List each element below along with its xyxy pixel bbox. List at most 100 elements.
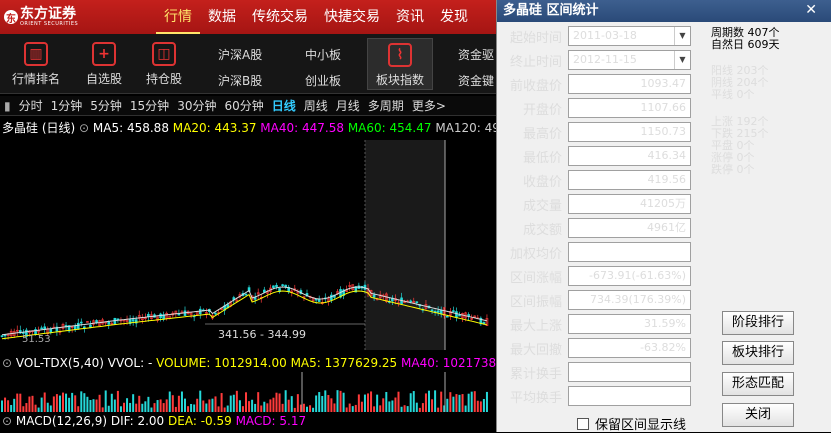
- volume-bar: [363, 394, 366, 412]
- link-gem-board[interactable]: 创业板: [305, 72, 341, 89]
- kline-chart[interactable]: 341.56 - 344.99 51.53: [0, 136, 496, 354]
- end-time-select[interactable]: 2012-11-15 ▼: [568, 50, 691, 70]
- volume-bar: [327, 395, 330, 412]
- stage-ranking-button[interactable]: 阶段排行: [722, 311, 794, 335]
- volume-bar: [400, 406, 403, 412]
- candle-body: [40, 327, 43, 330]
- ranking-button[interactable]: ▥ 行情排名: [4, 38, 68, 90]
- candle-body: [372, 294, 376, 298]
- period-weekly[interactable]: 周线: [304, 97, 328, 114]
- sector-index-label: 板块指数: [375, 73, 424, 87]
- chevron-down-icon[interactable]: ▼: [674, 51, 690, 69]
- ma20-value: MA20: 443.37: [172, 121, 257, 135]
- link-sh-sz-b[interactable]: 沪深B股: [218, 72, 262, 89]
- chevron-down-icon[interactable]: ▼: [674, 27, 690, 45]
- candle-body: [314, 298, 318, 301]
- volume-bar: [1, 400, 3, 412]
- start-time-select[interactable]: 2011-03-18 ▼: [568, 26, 691, 46]
- watchlist-button[interactable]: + 自选股: [72, 38, 136, 90]
- volume-bar: [180, 391, 183, 412]
- stat-value: 0个: [736, 163, 755, 176]
- period-monthly[interactable]: 月线: [336, 97, 360, 114]
- link-fund-1[interactable]: 资金驱: [458, 46, 494, 63]
- field-value: 734.39(176.39%): [568, 290, 691, 310]
- field-value: 4961亿: [568, 218, 691, 238]
- volume-bar: [424, 393, 427, 412]
- brand-logo[interactable]: 东 东方证券 ORIENT SECURITIES: [4, 5, 78, 29]
- link-sme-board[interactable]: 中小板: [305, 46, 341, 63]
- field-row: 收盘价 419.56: [496, 169, 691, 191]
- volume-bar: [257, 392, 260, 412]
- candle-body: [272, 285, 275, 288]
- sector-ranking-button[interactable]: 板块排行: [722, 341, 794, 365]
- volume-bar: [34, 404, 37, 412]
- volume-bar: [373, 406, 376, 412]
- volume-bar: [336, 390, 339, 412]
- holdings-icon: ◫: [152, 42, 176, 66]
- volume-bar: [360, 401, 363, 412]
- field-label: 加权均价: [509, 246, 562, 262]
- volume-bar: [119, 406, 122, 412]
- volume-bar: [58, 395, 61, 412]
- link-fund-2[interactable]: 资金键: [458, 72, 494, 89]
- period-15min[interactable]: 15分钟: [130, 97, 169, 114]
- volume-bar: [55, 394, 58, 412]
- period-more[interactable]: 更多>: [412, 97, 446, 114]
- candle-body: [436, 310, 440, 313]
- field-value: -673.91(-61.63%): [568, 266, 691, 286]
- volume-bar: [16, 393, 19, 412]
- chart-settings-icon[interactable]: ⊙: [79, 121, 89, 135]
- field-label: 区间涨幅: [509, 270, 562, 286]
- close-button[interactable]: 关闭: [722, 403, 794, 427]
- nav-discover[interactable]: 发现: [432, 0, 476, 34]
- volume-bar: [412, 391, 415, 412]
- macd-settings-icon[interactable]: ⊙: [2, 414, 12, 428]
- field-row: 最高价 1150.73: [496, 121, 691, 143]
- sector-index-button[interactable]: ⌇ 板块指数: [367, 38, 433, 90]
- nav-quick-trade[interactable]: 快捷交易: [316, 0, 388, 34]
- nav-traditional-trade[interactable]: 传统交易: [244, 0, 316, 34]
- volume-bar: [318, 392, 321, 412]
- field-label: 最低价: [522, 150, 562, 166]
- period-60min[interactable]: 60分钟: [224, 97, 263, 114]
- volume-bar: [418, 407, 421, 412]
- volume-bars-group: [1, 390, 488, 412]
- period-5min[interactable]: 5分钟: [90, 97, 122, 114]
- brand-subname: ORIENT SECURITIES: [20, 20, 79, 27]
- volume-bar: [406, 406, 409, 412]
- period-multi[interactable]: 多周期: [368, 97, 404, 114]
- volume-bar: [202, 400, 205, 412]
- holdings-button[interactable]: ◫ 持仓股: [132, 38, 196, 90]
- volume-bar: [190, 403, 193, 412]
- field-value: 1093.47: [568, 74, 691, 94]
- period-bar: ▮ 分时 1分钟 5分钟 15分钟 30分钟 60分钟 日线 周线 月线 多周期…: [0, 96, 496, 116]
- volume-bar: [25, 403, 28, 412]
- volume-bar: [177, 395, 180, 412]
- volume-bar: [196, 398, 199, 412]
- volume-bar: [370, 391, 373, 412]
- volume-bar: [77, 406, 80, 412]
- period-daily[interactable]: 日线: [272, 97, 296, 114]
- volume-bar: [10, 404, 13, 412]
- candle-body: [415, 301, 419, 304]
- volume-bar: [123, 402, 125, 412]
- nav-quotes[interactable]: 行情: [156, 0, 200, 34]
- nav-news[interactable]: 资讯: [388, 0, 432, 34]
- period-menu-icon[interactable]: ▮: [4, 99, 11, 113]
- pattern-match-button[interactable]: 形态匹配: [722, 372, 794, 396]
- quote-toolbar: ▥ 行情排名 + 自选股 ◫ 持仓股 沪深A股 沪深B股 中小板 创业板 ⌇ 板…: [0, 34, 496, 94]
- checkbox-box[interactable]: [577, 417, 589, 430]
- dea-value: DEA: -0.59: [168, 414, 232, 428]
- period-30min[interactable]: 30分钟: [177, 97, 216, 114]
- volume-bar: [116, 390, 119, 412]
- period-intraday[interactable]: 分时: [19, 97, 43, 114]
- ranking-icon: ▥: [24, 42, 48, 66]
- volume-bar: [95, 399, 98, 412]
- close-icon[interactable]: ✕: [805, 2, 817, 18]
- volume-settings-icon[interactable]: ⊙: [2, 356, 12, 370]
- nav-data[interactable]: 数据: [200, 0, 244, 34]
- link-sh-sz-a[interactable]: 沪深A股: [218, 46, 262, 63]
- keep-range-lines-checkbox[interactable]: 保留区间显示线: [577, 414, 686, 433]
- field-row: 平均换手: [496, 385, 691, 407]
- period-1min[interactable]: 1分钟: [51, 97, 83, 114]
